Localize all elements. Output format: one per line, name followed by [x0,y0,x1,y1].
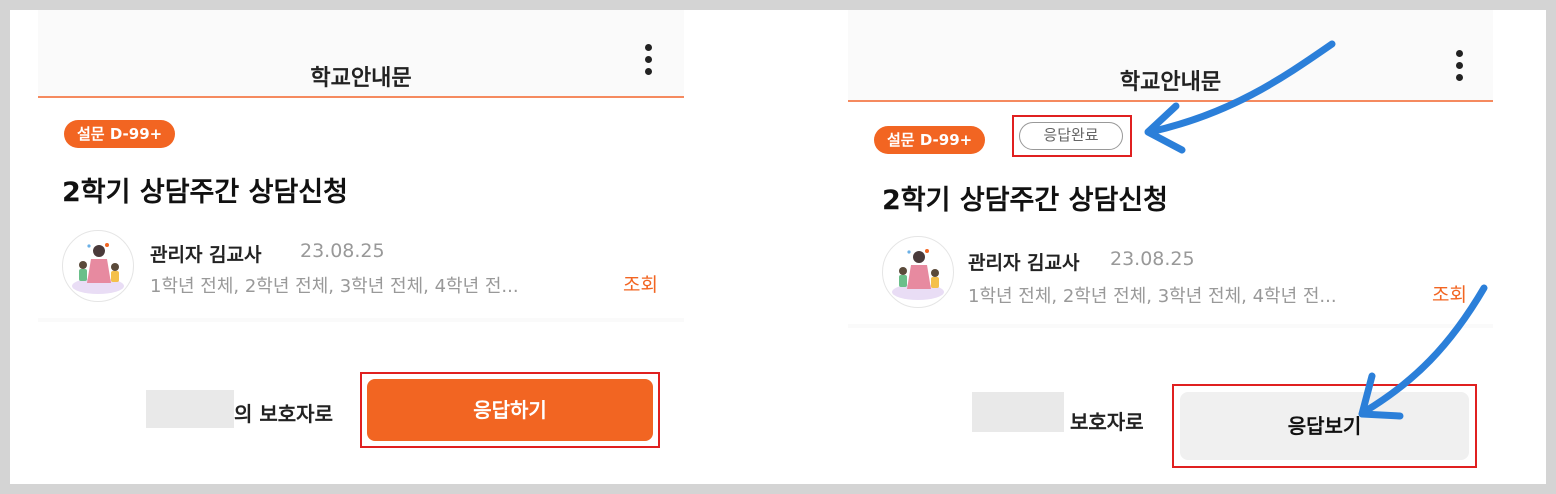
screenshot-frame: 학교안내문 설문 D-99+ 2학기 상담주간 상담신청 관리자 김교사 23.… [10,10,1546,484]
arrow-to-view-button [1360,284,1488,416]
arrow-to-status-badge [1146,40,1336,136]
annotation-arrows [1144,40,1488,420]
